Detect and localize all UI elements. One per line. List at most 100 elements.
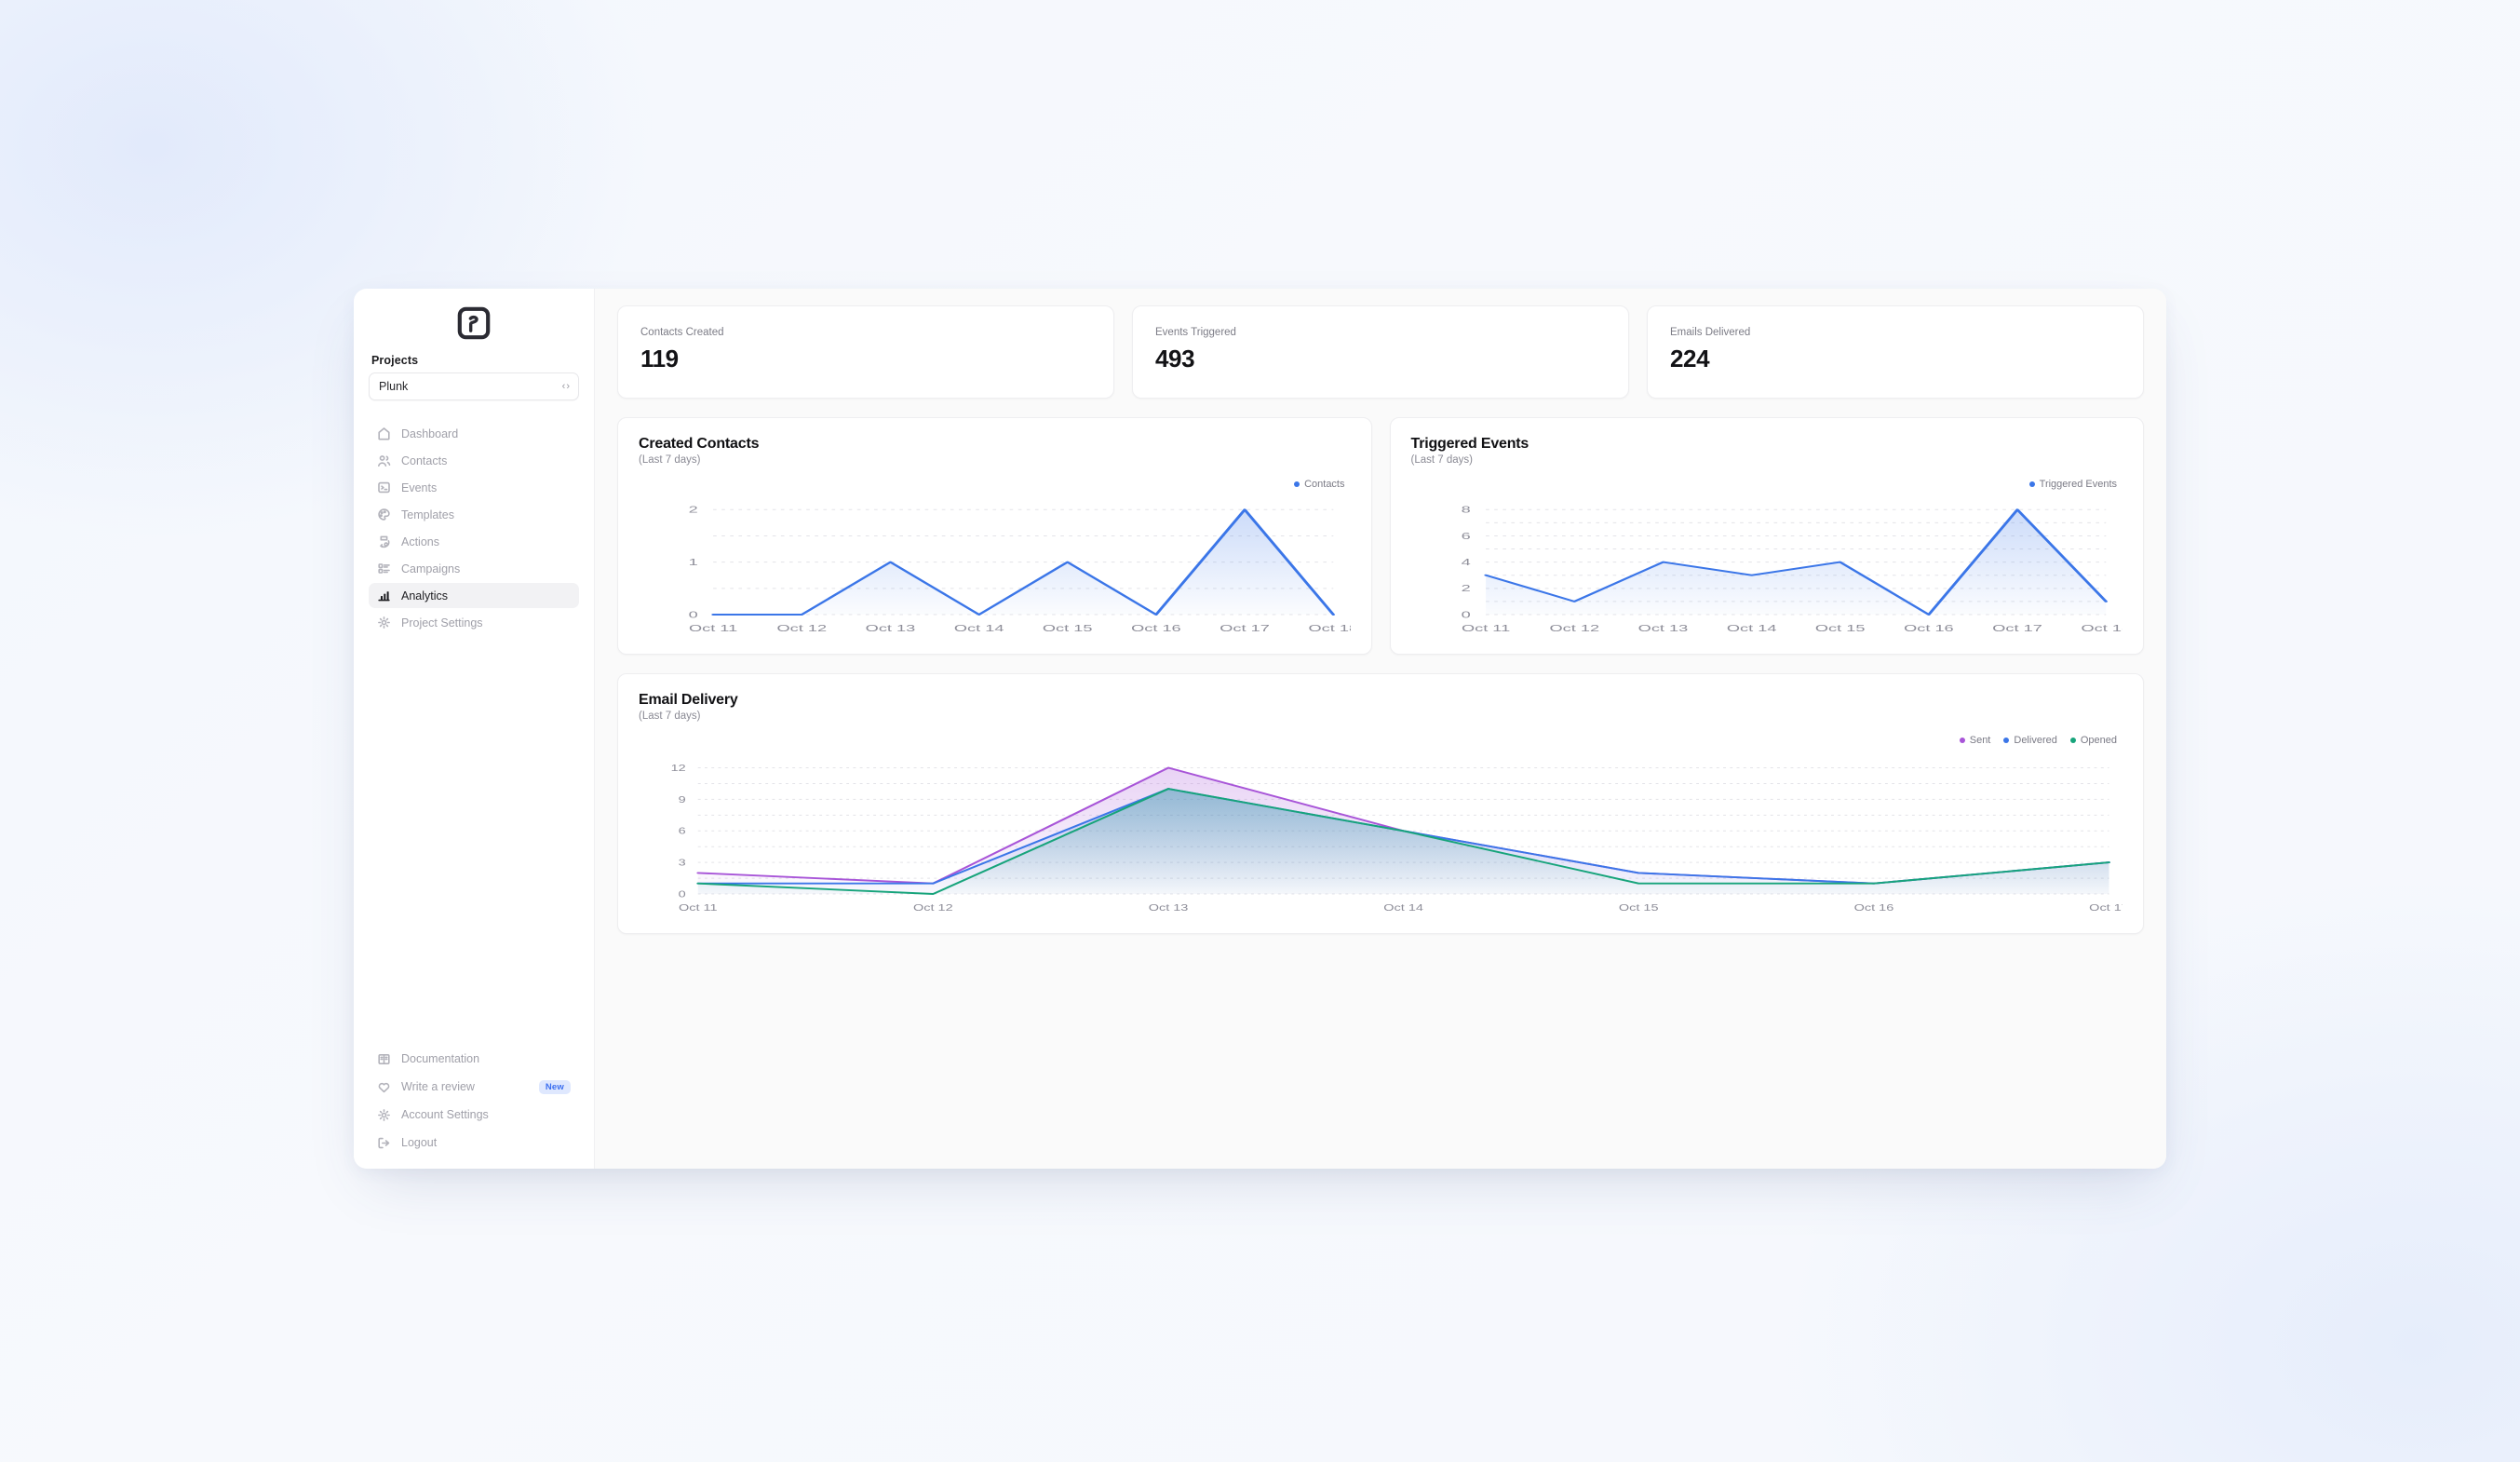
book-icon xyxy=(377,1052,391,1066)
created-contacts-card: Created Contacts (Last 7 days) Contacts … xyxy=(617,417,1372,655)
stat-card-contacts-created: Contacts Created 119 xyxy=(617,305,1114,399)
heart-icon xyxy=(377,1080,391,1094)
sidebar-item-campaigns[interactable]: Campaigns xyxy=(369,556,579,581)
chart-title: Triggered Events xyxy=(1410,436,1530,452)
svg-text:Oct 18: Oct 18 xyxy=(1309,624,1351,634)
svg-text:4: 4 xyxy=(1461,558,1470,568)
legend-item-delivered[interactable]: Delivered xyxy=(2003,735,2057,746)
legend-label: Delivered xyxy=(2014,735,2057,746)
svg-text:0: 0 xyxy=(679,889,686,900)
svg-text:3: 3 xyxy=(679,858,686,868)
svg-text:0: 0 xyxy=(689,610,698,620)
legend-label: Sent xyxy=(1969,735,1991,746)
svg-text:Oct 11: Oct 11 xyxy=(1461,624,1509,634)
svg-text:Oct 16: Oct 16 xyxy=(1131,624,1181,634)
svg-text:Oct 14: Oct 14 xyxy=(1726,624,1776,634)
sidebar-item-dashboard[interactable]: Dashboard xyxy=(369,421,579,446)
sidebar-item-label: Templates xyxy=(401,508,454,521)
sidebar-item-account-settings[interactable]: Account Settings xyxy=(369,1103,579,1126)
logout-icon xyxy=(377,1136,391,1150)
svg-text:1: 1 xyxy=(689,558,698,568)
primary-navigation: Dashboard Contacts Events Templates Actions C… xyxy=(354,421,594,635)
sidebar-item-label: Analytics xyxy=(401,589,449,602)
legend-dot-icon xyxy=(2028,481,2035,487)
svg-text:Oct 13: Oct 13 xyxy=(866,624,916,634)
stat-label: Events Triggered xyxy=(1155,327,1236,338)
svg-text:Oct 13: Oct 13 xyxy=(1637,624,1688,634)
terminal-icon xyxy=(377,481,391,494)
sidebar-item-label: Write a review xyxy=(401,1080,475,1093)
sidebar-item-analytics[interactable]: Analytics xyxy=(369,583,579,608)
sidebar-item-label: Account Settings xyxy=(401,1108,489,1121)
svg-text:2: 2 xyxy=(1461,584,1470,594)
svg-text:Oct 16: Oct 16 xyxy=(1854,902,1894,913)
sidebar-item-label: Dashboard xyxy=(401,426,459,440)
secondary-navigation: Documentation Write a review New Account Se… xyxy=(354,1048,594,1154)
stat-label: Contacts Created xyxy=(640,327,724,338)
chart-legend: Triggered Events xyxy=(1411,479,2123,490)
legend-dot-icon xyxy=(1959,738,1965,743)
home-icon xyxy=(377,426,391,440)
created-contacts-plot: 0 1 2 Oct 11 Oct 12 Oct 13 Oct 14 Oct 15 Oct 16 O… xyxy=(639,490,1351,639)
main-content: Contacts Created 119 Events Triggered 493 Em… xyxy=(595,289,2166,1169)
svg-text:12: 12 xyxy=(671,763,686,773)
sidebar-item-events[interactable]: Events xyxy=(369,475,579,500)
legend-item-opened[interactable]: Opened xyxy=(2069,735,2117,746)
svg-text:Oct 16: Oct 16 xyxy=(1904,624,1954,634)
sidebar-item-contacts[interactable]: Contacts xyxy=(369,448,579,473)
stat-value: 119 xyxy=(640,345,679,372)
stat-cards-row: Contacts Created 119 Events Triggered 493 Em… xyxy=(617,305,2144,399)
legend-dot-icon xyxy=(1294,481,1300,487)
sidebar-item-project-settings[interactable]: Project Settings xyxy=(369,610,579,635)
chevron-updown-icon: ‹ › xyxy=(561,381,570,392)
svg-text:Oct 12: Oct 12 xyxy=(1549,624,1599,634)
svg-text:Oct 15: Oct 15 xyxy=(1043,624,1093,634)
stat-value: 493 xyxy=(1155,345,1195,372)
email-delivery-card: Email Delivery (Last 7 days) Sent Deliver… xyxy=(617,673,2144,934)
legend-item-contacts[interactable]: Contacts xyxy=(1294,479,1345,490)
sidebar-item-actions[interactable]: Actions xyxy=(369,529,579,554)
projects-section: Projects Plunk ‹ › xyxy=(354,354,594,400)
project-selector[interactable]: Plunk ‹ › xyxy=(369,372,579,400)
triggered-events-card: Triggered Events (Last 7 days) Triggered… xyxy=(1389,417,2144,655)
sidebar-item-label: Campaigns xyxy=(401,562,461,575)
legend-item-triggered-events[interactable]: Triggered Events xyxy=(2028,479,2117,490)
sidebar-item-label: Documentation xyxy=(401,1052,480,1065)
sidebar-item-label: Events xyxy=(401,481,438,494)
chart-legend: Sent Delivered Opened xyxy=(639,735,2122,746)
svg-text:Oct 12: Oct 12 xyxy=(776,624,827,634)
legend-item-sent[interactable]: Sent xyxy=(1959,735,1991,746)
app-window: Projects Plunk ‹ › Dashboard Contacts Even… xyxy=(354,289,2166,1169)
svg-text:8: 8 xyxy=(1461,506,1470,516)
sidebar-item-write-a-review[interactable]: Write a review New xyxy=(369,1076,579,1098)
svg-text:0: 0 xyxy=(1461,610,1470,620)
sidebar-item-label: Logout xyxy=(401,1136,438,1149)
sidebar-item-templates[interactable]: Templates xyxy=(369,502,579,527)
svg-text:6: 6 xyxy=(679,826,686,836)
chart-title: Created Contacts xyxy=(639,436,760,452)
sidebar-item-logout[interactable]: Logout xyxy=(369,1131,579,1154)
stat-card-events-triggered: Events Triggered 493 xyxy=(1132,305,1629,399)
svg-text:Oct 14: Oct 14 xyxy=(954,624,1004,634)
chart-subtitle: (Last 7 days) xyxy=(639,711,701,722)
gear-icon xyxy=(377,616,391,629)
stat-card-emails-delivered: Emails Delivered 224 xyxy=(1647,305,2144,399)
action-icon xyxy=(377,535,391,548)
svg-text:Oct 17: Oct 17 xyxy=(2089,902,2122,913)
chart-subtitle: (Last 7 days) xyxy=(1410,454,1473,466)
sidebar-item-documentation[interactable]: Documentation xyxy=(369,1048,579,1070)
svg-text:Oct 13: Oct 13 xyxy=(1149,902,1189,913)
legend-label: Opened xyxy=(2080,735,2117,746)
legend-label: Contacts xyxy=(1304,479,1345,490)
campaigns-icon xyxy=(377,562,391,575)
chart-title: Email Delivery xyxy=(639,692,738,708)
gear-icon xyxy=(377,1108,391,1122)
bar-chart-icon xyxy=(377,589,391,602)
svg-text:Oct 17: Oct 17 xyxy=(1220,624,1270,634)
svg-text:Oct 17: Oct 17 xyxy=(1992,624,2042,634)
stat-value: 224 xyxy=(1670,345,1710,372)
palette-icon xyxy=(377,508,391,521)
svg-text:Oct 11: Oct 11 xyxy=(689,624,737,634)
charts-row: Created Contacts (Last 7 days) Contacts … xyxy=(617,417,2144,655)
svg-text:Oct 15: Oct 15 xyxy=(1814,624,1865,634)
